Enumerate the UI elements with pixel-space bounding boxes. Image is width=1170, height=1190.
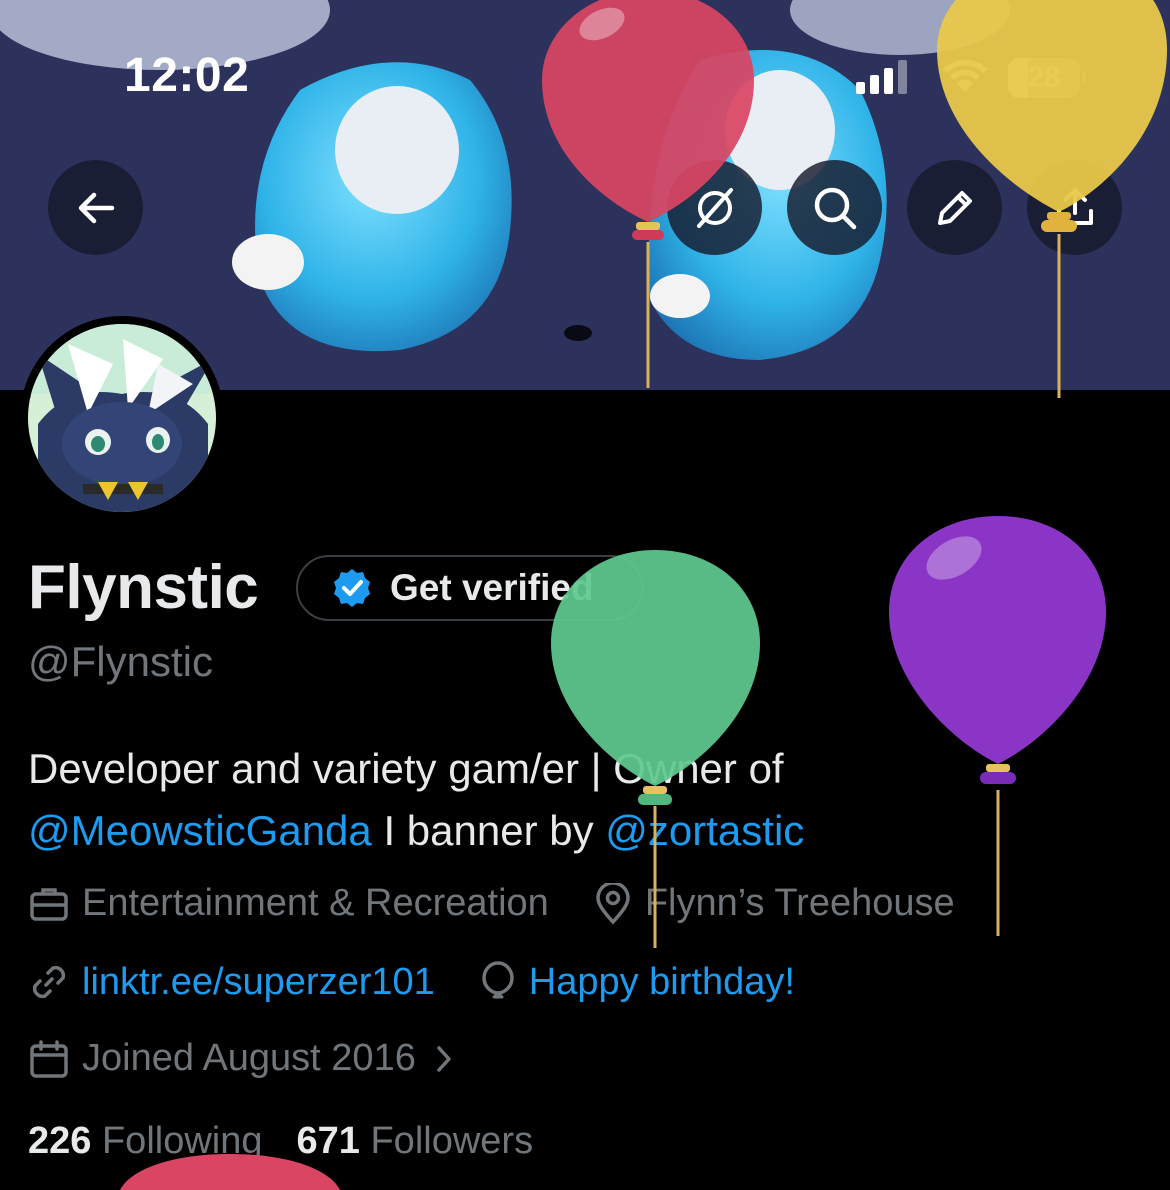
grok-icon [696, 187, 733, 228]
status-time: 12:02 [124, 49, 250, 102]
follow-counts: 226 Following 671 Followers [28, 1120, 533, 1163]
balloon-icon [482, 961, 514, 999]
avatar[interactable] [20, 316, 224, 520]
profile-meta-row-3[interactable]: Joined August 2016 [28, 1037, 458, 1080]
wifi-icon [943, 59, 987, 92]
profile-bio: Developer and variety gam/er | Owner of … [28, 738, 1128, 862]
profile-screen: 12:02 28 Flynstic Get verified @Flynstic… [0, 0, 1170, 1190]
location-pin-icon [596, 882, 630, 925]
followers-count: 671 [296, 1120, 360, 1162]
joined-item[interactable]: Joined August 2016 [28, 1037, 458, 1080]
mention-link-zortastic[interactable]: @zortastic [605, 807, 804, 854]
category-item: Entertainment & Recreation [28, 882, 549, 925]
website-item[interactable]: linktr.ee/superzer101 [28, 961, 435, 1004]
chevron-right-icon [437, 1045, 451, 1072]
profile-meta-row-1: Entertainment & Recreation Flynn’s Treeh… [28, 882, 955, 925]
share-icon [1056, 187, 1093, 225]
cellular-signal-icon [856, 60, 907, 94]
category-text: Entertainment & Recreation [82, 882, 549, 924]
username-handle: @Flynstic [28, 638, 213, 685]
display-name: Flynstic [28, 553, 259, 622]
get-verified-label: Get verified [390, 567, 594, 608]
bio-text: I banner by [371, 807, 606, 854]
pencil-icon [937, 190, 972, 225]
search-icon [814, 187, 856, 229]
bio-line-2: @MeowsticGanda I banner by @zortastic [28, 800, 1128, 862]
followers-label: Followers [370, 1120, 534, 1162]
share-button[interactable] [1027, 160, 1122, 255]
edit-button[interactable] [907, 160, 1002, 255]
back-button[interactable] [48, 160, 143, 255]
grok-button[interactable] [667, 160, 762, 255]
battery-icon: 28 [1008, 58, 1086, 98]
mention-link-meowsticganda[interactable]: @MeowsticGanda [28, 807, 372, 854]
briefcase-icon [30, 887, 68, 921]
search-button[interactable] [787, 160, 882, 255]
location-item: Flynn’s Treehouse [593, 882, 955, 925]
bio-line-1: Developer and variety gam/er | Owner of [28, 745, 784, 792]
following-link[interactable]: 226 Following [28, 1120, 263, 1162]
location-text: Flynn’s Treehouse [644, 882, 955, 924]
battery-level: 28 [1027, 61, 1061, 94]
website-link[interactable]: linktr.ee/superzer101 [82, 961, 435, 1004]
profile-meta-row-2: linktr.ee/superzer101 Happy birthday! [28, 960, 795, 1004]
birthday-text[interactable]: Happy birthday! [529, 961, 795, 1004]
followers-link[interactable]: 671 Followers [297, 1120, 534, 1162]
calendar-icon [30, 1039, 68, 1078]
avatar-image [28, 324, 216, 512]
link-icon [32, 965, 66, 999]
get-verified-button[interactable]: Get verified [296, 555, 644, 621]
back-arrow-icon [78, 192, 114, 223]
following-label: Following [101, 1120, 263, 1162]
purple-balloon-decoration [889, 516, 1106, 936]
birthday-item[interactable]: Happy birthday! [479, 960, 795, 1004]
joined-text: Joined August 2016 [82, 1037, 416, 1079]
verified-badge-icon [334, 569, 370, 607]
following-count: 226 [28, 1120, 92, 1162]
